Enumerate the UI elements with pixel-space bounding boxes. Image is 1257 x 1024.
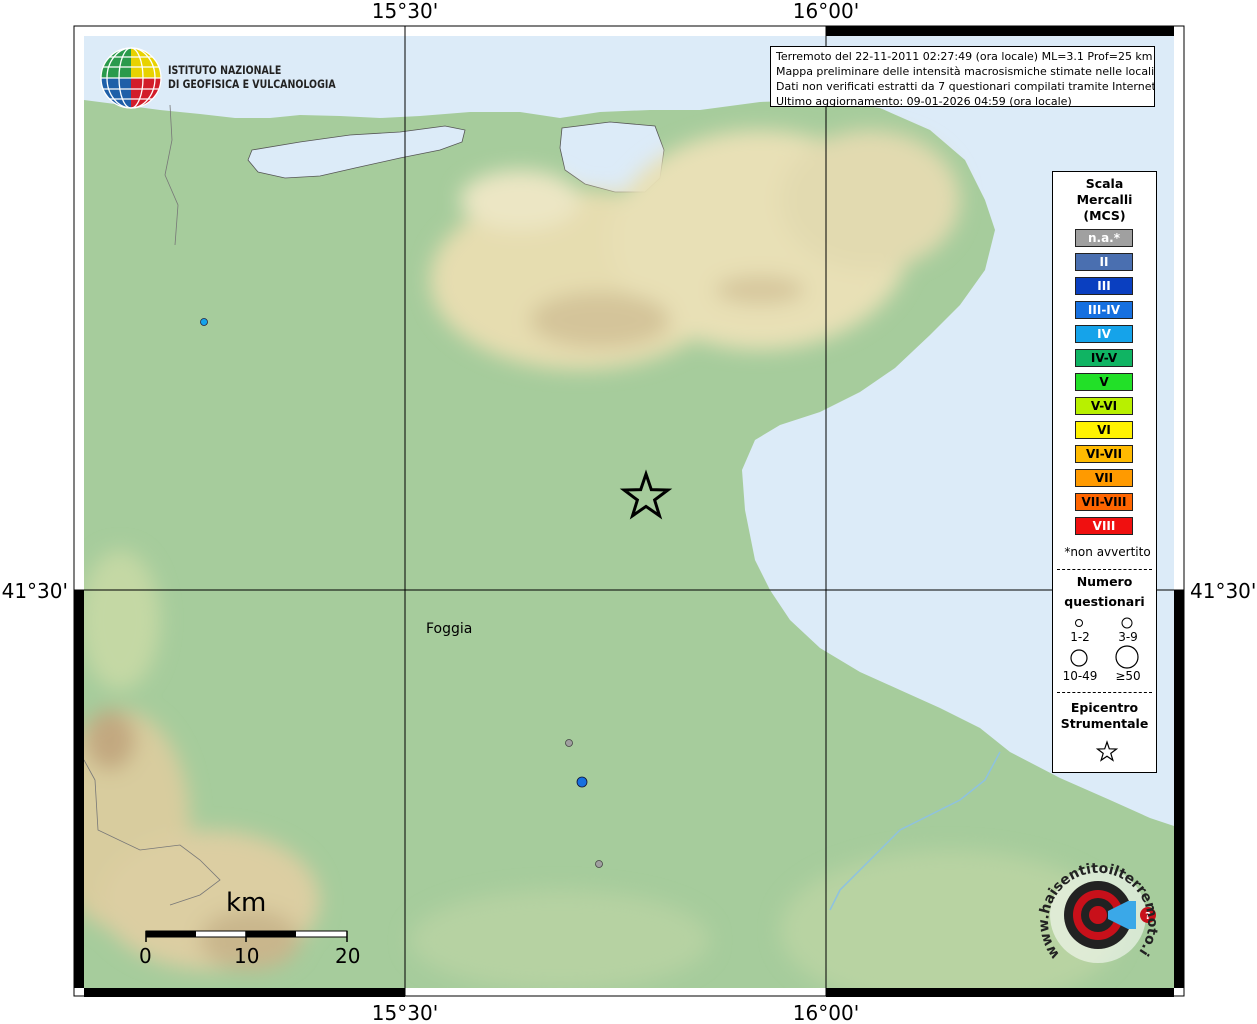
count-size-label: 3-9: [1118, 630, 1138, 644]
observation-point[interactable]: [200, 318, 208, 326]
count-size-label: 1-2: [1070, 630, 1090, 644]
legend-title: Scala Mercalli (MCS): [1076, 176, 1133, 223]
intensity-swatch: VII-VIII: [1075, 493, 1133, 511]
legend-separator: [1057, 692, 1152, 693]
terrain-layer: [84, 36, 1174, 988]
intensity-swatch: II: [1075, 253, 1133, 271]
intensity-swatch: V-VI: [1075, 397, 1133, 415]
intensity-swatch: III-IV: [1075, 301, 1133, 319]
event-info-line: Ultimo aggiornamento: 09-01-2026 04:59 (…: [776, 95, 1072, 107]
legend-note: *non avvertito: [1064, 545, 1151, 559]
intensity-swatch: V: [1075, 373, 1133, 391]
scale-unit: km: [226, 888, 267, 918]
event-info-line: Terremoto del 22-11-2011 02:27:49 (ora l…: [776, 50, 1153, 63]
intensity-swatch: VI-VII: [1075, 445, 1133, 463]
institute-line2: DI GEOFISICA E VULCANOLOGIA: [168, 77, 336, 91]
epicenter-title: Strumentale: [1060, 716, 1149, 731]
epicenter-title: Epicentro: [1070, 700, 1139, 715]
event-info-box: Terremoto del 22-11-2011 02:27:49 (ora l…: [770, 46, 1155, 107]
city-label-foggia: Foggia: [426, 621, 473, 637]
lat-label-right: 41°30': [1190, 579, 1256, 603]
ingv-logo-icon: [100, 47, 162, 109]
event-info-line: Dati non verificati estratti da 7 questi…: [776, 80, 1155, 93]
lon-label-top-right: 16°00': [793, 0, 859, 23]
count-size-label: 10-49: [1062, 669, 1098, 683]
intensity-swatch: III: [1075, 277, 1133, 295]
observation-point[interactable]: [595, 860, 603, 868]
lon-label-bottom-left: 15°30': [372, 1001, 438, 1024]
observation-point[interactable]: [576, 776, 588, 788]
lat-label-left: 41°30': [2, 579, 68, 603]
institute-line1: ISTITUTO NAZIONALE: [168, 63, 282, 77]
lon-label-bottom-right: 16°00': [793, 1001, 859, 1024]
intensity-swatch: VII: [1075, 469, 1133, 487]
scale-tick-label: 20: [335, 944, 361, 968]
event-info-line: Mappa preliminare delle intensità macros…: [776, 65, 1155, 78]
count-size-label: ≥50: [1115, 669, 1141, 683]
lon-label-top-left: 15°30': [372, 0, 438, 23]
scale-tick-label: 10: [234, 944, 260, 968]
count-title: questionari: [1064, 594, 1145, 609]
intensity-swatch: VIII: [1075, 517, 1133, 535]
intensity-swatch: IV-V: [1075, 349, 1133, 367]
intensity-swatch: VI: [1075, 421, 1133, 439]
legend-star-icon: [1095, 740, 1119, 762]
observation-point[interactable]: [565, 739, 573, 747]
legend-panel: Scala Mercalli (MCS) n.a.* II III III-IV IV I…: [1052, 171, 1157, 773]
intensity-swatch: n.a.*: [1075, 229, 1133, 247]
legend-separator: [1057, 569, 1152, 570]
count-title: Numero: [1076, 574, 1133, 589]
intensity-swatch: IV: [1075, 325, 1133, 343]
scale-tick-label: 0: [139, 944, 152, 968]
institute-name: ISTITUTO NAZIONALE DI GEOFISICA E VULCAN…: [168, 63, 336, 91]
